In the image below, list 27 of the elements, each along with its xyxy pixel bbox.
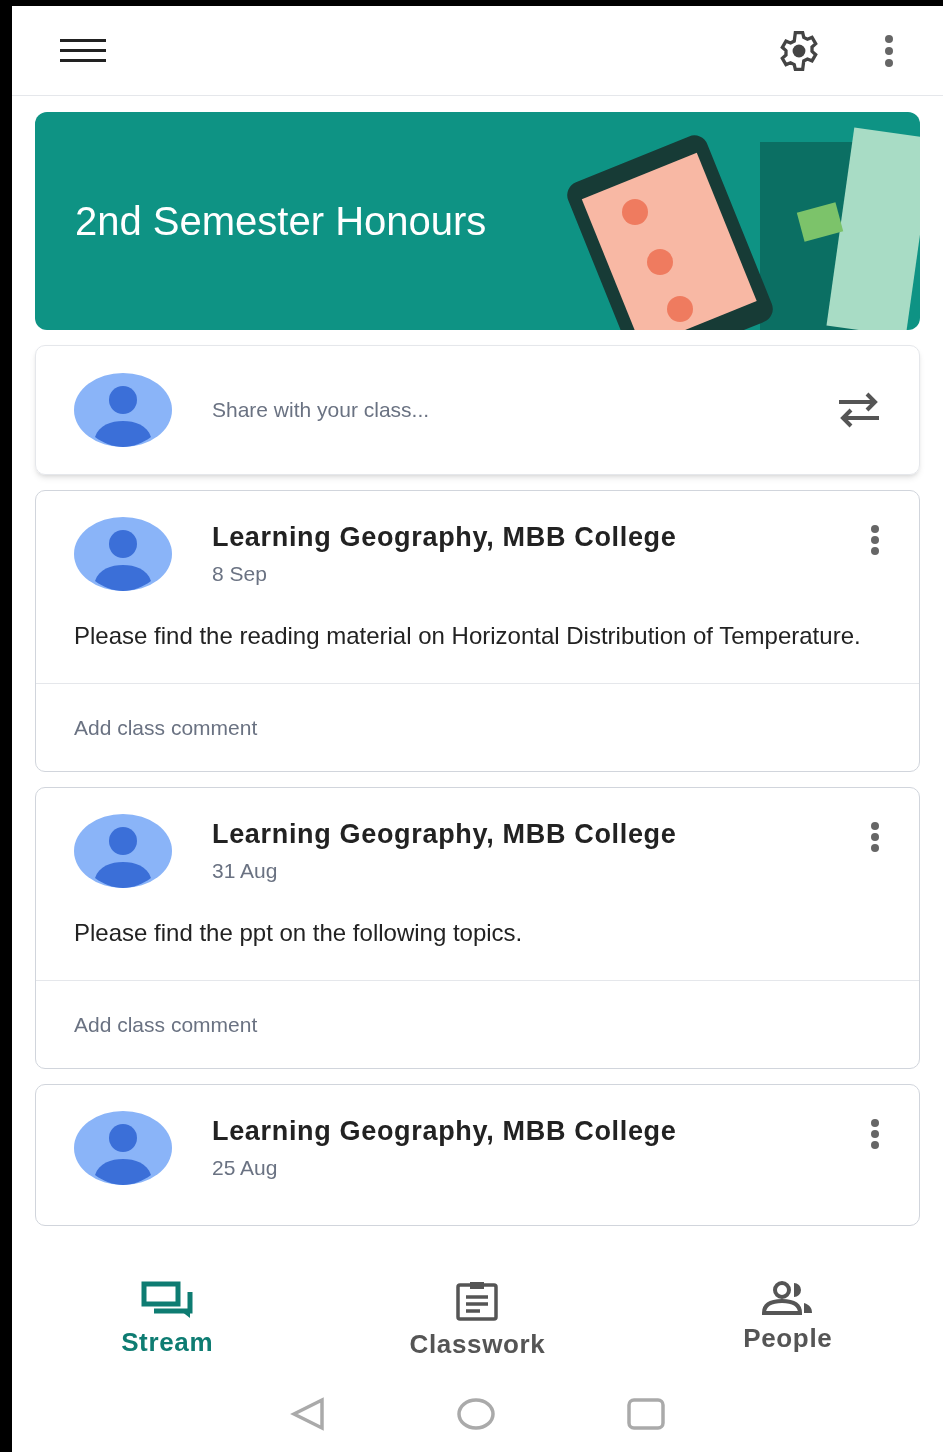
share-input-field[interactable]: Share with your class...	[212, 394, 837, 426]
comment-input-field[interactable]: Add class comment	[74, 711, 574, 744]
clipboard-icon	[454, 1281, 501, 1321]
avatar-icon	[74, 1111, 172, 1185]
nav-tab[interactable]: People	[632, 1265, 943, 1375]
avatar-icon	[74, 373, 172, 447]
post-date: 8 Sep	[212, 560, 268, 587]
post-author: Learning Geography, MBB College	[212, 818, 678, 851]
nav-tab[interactable]: Classwork	[322, 1265, 633, 1375]
comment-input-field[interactable]: Add class comment	[74, 1008, 574, 1041]
post-body: Please find the reading material on Horizontal Distribution of Temperature.	[73, 621, 862, 651]
more-options-icon[interactable]	[869, 822, 881, 852]
chat-icon	[141, 1281, 194, 1319]
post-body: Please find the ppt on the following topics.	[73, 918, 524, 948]
post-date: 31 Aug	[212, 857, 279, 884]
menu-icon[interactable]	[60, 37, 106, 64]
post-author: Learning Geography, MBB College	[212, 1115, 678, 1148]
swap-arrows-icon[interactable]	[837, 390, 881, 430]
class-title: 2nd Semester Honours	[75, 198, 487, 245]
avatar-icon	[74, 814, 172, 888]
post-author: Learning Geography, MBB College	[212, 521, 678, 554]
more-options-icon[interactable]	[883, 33, 895, 68]
avatar-icon	[74, 517, 172, 591]
nav-tab[interactable]: Stream	[12, 1265, 323, 1375]
more-options-icon[interactable]	[869, 525, 881, 555]
post-date: 25 Aug	[212, 1154, 279, 1181]
more-options-icon[interactable]	[869, 1119, 881, 1149]
